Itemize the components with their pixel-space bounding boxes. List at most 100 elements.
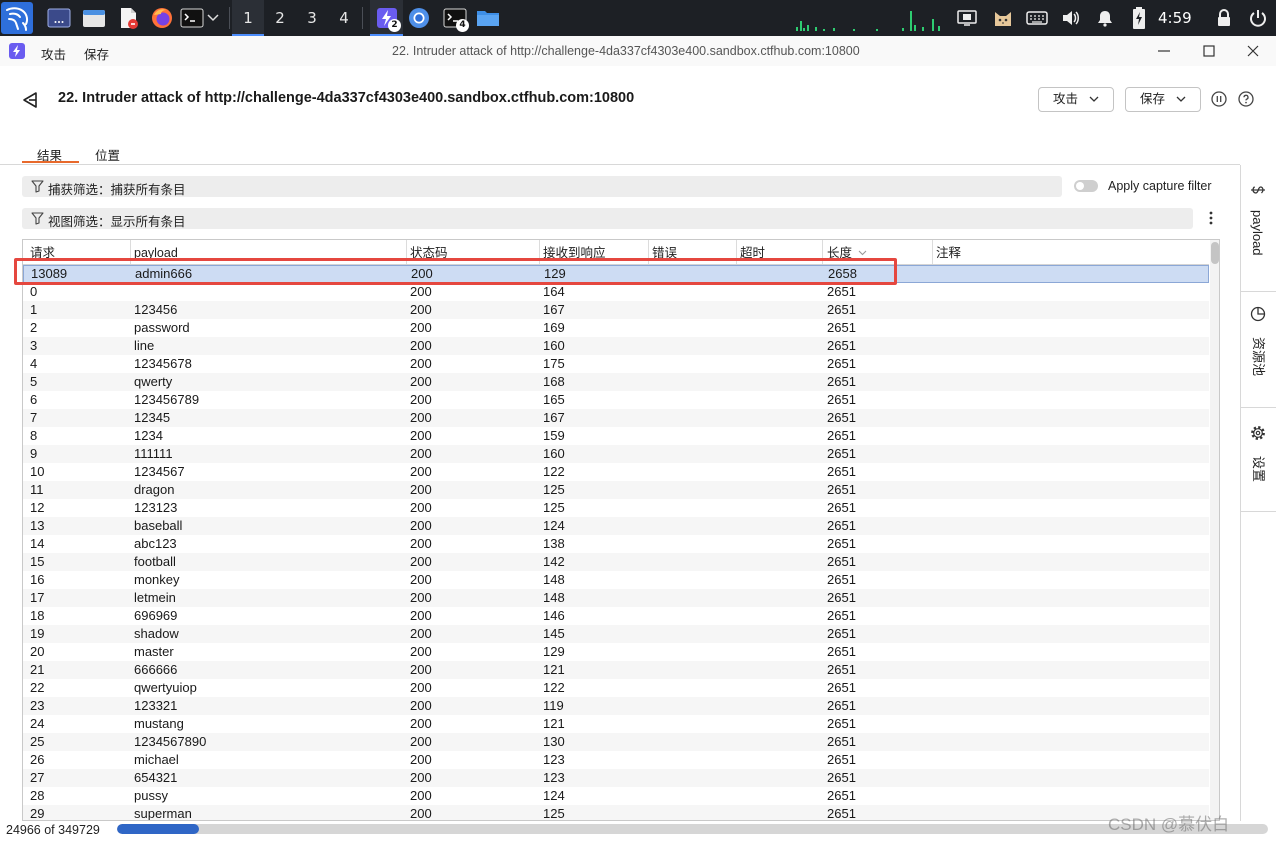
cell-payload: 666666 <box>134 662 178 677</box>
cell-request: 3 <box>30 338 38 353</box>
table-row[interactable]: 14 abc123 200 138 2651 <box>23 535 1209 553</box>
cell-request: 19 <box>30 626 45 641</box>
table-row[interactable]: 10 1234567 200 122 2651 <box>23 463 1209 481</box>
scrollbar-thumb[interactable] <box>1211 242 1219 264</box>
save-button[interactable]: 保存 <box>1125 87 1201 112</box>
cell-response-received: 168 <box>543 374 565 389</box>
window-titlebar[interactable]: 攻击 保存 22. Intruder attack of http://chal… <box>0 36 1276 66</box>
cell-payload: line <box>134 338 155 353</box>
task-burp-suite[interactable]: 2 <box>370 0 403 36</box>
show-desktop-icon[interactable] <box>47 0 71 36</box>
table-row[interactable]: 3 line 200 160 2651 <box>23 337 1209 355</box>
workspace-3[interactable]: 3 <box>296 0 328 36</box>
chevron-down-icon[interactable] <box>207 0 219 36</box>
clock[interactable]: 4:59 <box>1158 0 1192 36</box>
kali-menu-icon[interactable] <box>0 0 34 36</box>
text-editor-icon[interactable] <box>116 0 140 36</box>
lock-icon[interactable] <box>1216 0 1232 36</box>
table-row[interactable]: 8 1234 200 159 2651 <box>23 427 1209 445</box>
table-row[interactable]: 24 mustang 200 121 2651 <box>23 715 1209 733</box>
table-row[interactable]: 7 12345 200 167 2651 <box>23 409 1209 427</box>
cell-payload: 696969 <box>134 608 178 623</box>
cell-payload: shadow <box>134 626 179 641</box>
table-row[interactable]: 21 666666 200 121 2651 <box>23 661 1209 679</box>
notification-bell-icon[interactable] <box>1096 0 1114 36</box>
help-icon[interactable] <box>1238 91 1254 107</box>
side-tab-payload[interactable]: payload <box>1241 165 1276 292</box>
cell-status-code: 200 <box>410 428 432 443</box>
table-row[interactable]: 9 111111 200 160 2651 <box>23 445 1209 463</box>
apply-capture-filter-toggle[interactable] <box>1074 180 1098 192</box>
pause-icon[interactable] <box>1211 91 1227 107</box>
task-terminal[interactable]: 4 <box>441 0 469 36</box>
table-body: 13089 admin666 200 129 2658 0 200 164 2651 1 12345… <box>23 265 1209 820</box>
menu-attack[interactable]: 攻击 <box>41 44 66 63</box>
cell-length: 2651 <box>827 734 856 749</box>
table-row[interactable]: 28 pussy 200 124 2651 <box>23 787 1209 805</box>
keyboard-icon[interactable] <box>1026 0 1048 36</box>
minimize-icon[interactable] <box>1157 45 1171 57</box>
table-row[interactable]: 5 qwerty 200 168 2651 <box>23 373 1209 391</box>
table-row[interactable]: 18 696969 200 146 2651 <box>23 607 1209 625</box>
table-row[interactable]: 19 shadow 200 145 2651 <box>23 625 1209 643</box>
table-row[interactable]: 22 qwertyuiop 200 122 2651 <box>23 679 1209 697</box>
table-row[interactable]: 25 1234567890 200 130 2651 <box>23 733 1209 751</box>
table-row[interactable]: 16 monkey 200 148 2651 <box>23 571 1209 589</box>
table-row[interactable]: 23 123321 200 119 2651 <box>23 697 1209 715</box>
cell-request: 1 <box>30 302 38 317</box>
cell-length: 2651 <box>827 500 856 515</box>
table-row[interactable]: 17 letmein 200 148 2651 <box>23 589 1209 607</box>
back-arrow-icon[interactable] <box>21 91 39 109</box>
close-icon[interactable] <box>1247 45 1259 57</box>
burp-suite-icon <box>9 43 25 59</box>
chromium-icon[interactable] <box>407 0 431 36</box>
table-row[interactable]: 26 michael 200 123 2651 <box>23 751 1209 769</box>
table-row[interactable]: 1 123456 200 167 2651 <box>23 301 1209 319</box>
table-row[interactable]: 20 master 200 129 2651 <box>23 643 1209 661</box>
table-row[interactable]: 27 654321 200 123 2651 <box>23 769 1209 787</box>
cell-status-code: 200 <box>410 374 432 389</box>
view-filter-bar[interactable]: 视图筛选：显示所有条目 <box>22 208 1193 229</box>
table-row[interactable]: 2 password 200 169 2651 <box>23 319 1209 337</box>
firefox-icon[interactable] <box>150 0 174 36</box>
capture-filter-bar[interactable]: 捕获筛选：捕获所有条目 <box>22 176 1062 197</box>
table-row[interactable]: 4 12345678 200 175 2651 <box>23 355 1209 373</box>
cell-payload: football <box>134 554 176 569</box>
side-tab-settings[interactable]: 设置 <box>1241 408 1276 512</box>
column-divider[interactable] <box>932 240 933 264</box>
volume-icon[interactable] <box>1061 0 1081 36</box>
menu-save[interactable]: 保存 <box>84 44 109 63</box>
cell-request: 0 <box>30 284 38 299</box>
maximize-icon[interactable] <box>1203 45 1215 57</box>
battery-charging-icon[interactable] <box>1131 0 1147 36</box>
workspace-2[interactable]: 2 <box>264 0 296 36</box>
vertical-scrollbar[interactable] <box>1210 240 1219 820</box>
tab-positions[interactable]: 位置 <box>95 145 120 164</box>
side-tab-resource-pool[interactable]: 资源池 <box>1241 292 1276 408</box>
kebab-menu-icon[interactable] <box>1207 210 1215 226</box>
results-table[interactable]: 请求 payload 状态码 接收到响应 错误 超时 长度 注释 13089 ad… <box>22 239 1220 821</box>
cell-response-received: 148 <box>543 572 565 587</box>
table-row[interactable]: 15 football 200 142 2651 <box>23 553 1209 571</box>
table-row[interactable]: 13 baseball 200 124 2651 <box>23 517 1209 535</box>
table-row[interactable]: 12 123123 200 125 2651 <box>23 499 1209 517</box>
table-row[interactable]: 0 200 164 2651 <box>23 283 1209 301</box>
attack-button[interactable]: 攻击 <box>1038 87 1114 112</box>
column-header-comment[interactable]: 注释 <box>936 240 961 264</box>
apply-capture-filter-label[interactable]: Apply capture filter <box>1108 179 1212 193</box>
table-row[interactable]: 29 superman 200 125 2651 <box>23 805 1209 820</box>
cell-status-code: 200 <box>410 608 432 623</box>
cell-status-code: 200 <box>410 572 432 587</box>
cell-length: 2651 <box>827 590 856 605</box>
folder-icon[interactable] <box>476 0 500 36</box>
table-row[interactable]: 11 dragon 200 125 2651 <box>23 481 1209 499</box>
power-icon[interactable] <box>1249 0 1267 36</box>
terminal-icon[interactable] <box>180 0 204 36</box>
cell-length: 2651 <box>827 770 856 785</box>
display-icon[interactable] <box>957 0 977 36</box>
workspace-4[interactable]: 4 <box>328 0 360 36</box>
workspace-1[interactable]: 1 <box>232 0 264 36</box>
cat-icon[interactable] <box>991 0 1015 36</box>
file-manager-icon[interactable] <box>82 0 106 36</box>
table-row[interactable]: 6 123456789 200 165 2651 <box>23 391 1209 409</box>
